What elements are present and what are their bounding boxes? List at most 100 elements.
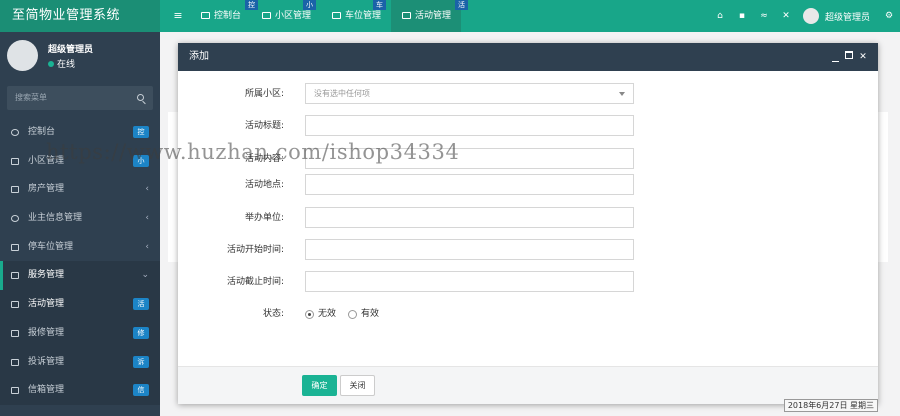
settings-icon[interactable]: ⚙ <box>878 11 900 21</box>
maximize-icon[interactable] <box>842 43 856 71</box>
chevron-down-icon: ⌄ <box>141 270 149 281</box>
field-label: 活动地点: <box>244 180 284 190</box>
sidebar-badge: 活 <box>133 298 149 311</box>
sidebar-item-complaint[interactable]: 投诉管理 诉 <box>0 347 160 377</box>
radio-checked-icon <box>305 309 314 319</box>
online-dot-icon <box>48 61 54 67</box>
status-radio-valid[interactable]: 有效 <box>348 303 379 325</box>
field-label: 活动开始时间: <box>226 245 284 255</box>
form-row: 活动截止时间: <box>178 271 878 293</box>
sidebar-item-label: 信箱管理 <box>28 385 65 396</box>
table-icon <box>11 358 19 366</box>
sidebar-badge: 修 <box>133 326 149 339</box>
tab-badge: 小 <box>303 0 317 10</box>
form-row: 举办单位: <box>178 207 878 229</box>
user-name: 超级管理员 <box>824 12 870 23</box>
radio-label: 有效 <box>361 309 380 319</box>
hamburger-icon[interactable]: ≡ <box>168 0 188 32</box>
close-button[interactable]: 关闭 <box>340 375 375 396</box>
chevron-left-icon: ‹ <box>145 213 149 224</box>
fullscreen-icon[interactable]: ✕ <box>775 11 797 21</box>
dialog-footer: 确定 关闭 <box>178 366 878 404</box>
form-row: 活动地点: <box>178 174 878 196</box>
home-icon[interactable]: ⌂ <box>709 11 731 21</box>
close-icon[interactable]: ✕ <box>856 43 870 71</box>
title-field[interactable] <box>305 115 634 136</box>
location-field[interactable] <box>305 174 634 195</box>
chevron-left-icon: ‹ <box>145 184 149 195</box>
tab-community[interactable]: 小区管理 小 <box>251 0 321 32</box>
status-radio-invalid[interactable]: 无效 <box>305 303 336 325</box>
search-icon[interactable] <box>137 94 144 101</box>
sidebar-item-property[interactable]: 房产管理 ‹ <box>0 175 160 204</box>
flow-icon[interactable]: ≈ <box>753 11 775 21</box>
dialog-title: 添加 <box>189 51 209 62</box>
tab-dashboard[interactable]: 控制台 控 <box>190 0 258 32</box>
sidebar-item-parking[interactable]: 停车位管理 ‹ <box>0 233 160 262</box>
field-label: 状态: <box>262 309 284 319</box>
organizer-field[interactable] <box>305 207 634 228</box>
tab-label: 小区管理 <box>275 11 312 21</box>
dashboard-icon <box>11 129 19 136</box>
tab-label: 活动管理 <box>415 11 452 21</box>
select-value: 没有选中任何项 <box>314 89 370 98</box>
tab-badge: 活 <box>455 0 469 10</box>
sidebar-item-label: 报修管理 <box>28 327 65 338</box>
table-icon <box>402 12 412 19</box>
watermark: https://www.huzhan.com/ishop34334 <box>46 140 460 164</box>
dashboard-icon <box>201 12 210 19</box>
sidebar-item-label: 服务管理 <box>28 270 65 281</box>
minimize-icon[interactable] <box>828 43 842 71</box>
tab-label: 控制台 <box>214 11 242 21</box>
ok-button[interactable]: 确定 <box>302 375 337 396</box>
sidebar-item-owners[interactable]: 业主信息管理 ‹ <box>0 204 160 233</box>
field-label: 活动截止时间: <box>226 277 284 287</box>
start-time-field[interactable] <box>305 239 634 260</box>
search-input[interactable]: 搜索菜单 <box>7 86 153 110</box>
table-icon <box>11 301 19 309</box>
table-icon <box>332 12 342 19</box>
tab-badge: 车 <box>373 0 387 10</box>
radio-unchecked-icon <box>348 309 358 319</box>
status-radio-group: 无效 有效 <box>305 303 391 325</box>
sidebar-item-label: 活动管理 <box>28 299 65 310</box>
tab-bar: 控制台 控 小区管理 小 车位管理 车 活动管理 活 <box>190 0 469 32</box>
field-label: 所属小区: <box>244 89 284 99</box>
sidebar-item-activity[interactable]: 活动管理 活 <box>0 290 160 319</box>
status-label: 在线 <box>57 60 76 70</box>
caret-down-icon <box>619 92 625 96</box>
dialog-header: 添加 ✕ <box>178 43 878 71</box>
user-icon <box>11 215 19 223</box>
sidebar-item-repair[interactable]: 报修管理 修 <box>0 318 160 348</box>
form-row: 所属小区: 没有选中任何项 <box>178 83 878 105</box>
form-row: 状态: 无效 有效 <box>178 303 878 325</box>
date-display: 2018年6月27日 星期三 <box>783 399 878 412</box>
trash-icon[interactable]: ▪ <box>731 11 753 21</box>
sidebar-badge: 信 <box>133 384 149 397</box>
sidebar-badge: 诉 <box>133 355 149 368</box>
top-header: 至简物业管理系统 ≡ 控制台 控 小区管理 小 车位管理 车 活动管理 活 ⌂ … <box>0 0 900 32</box>
end-time-field[interactable] <box>305 271 634 292</box>
profile: 超级管理员 在线 <box>0 32 160 78</box>
sidebar-item-service[interactable]: 服务管理 ⌄ <box>0 261 160 291</box>
search-placeholder: 搜索菜单 <box>15 93 47 102</box>
profile-name: 超级管理员 <box>48 45 94 55</box>
tab-label: 车位管理 <box>345 11 382 21</box>
tab-activity[interactable]: 活动管理 活 <box>391 0 469 32</box>
field-label: 活动标题: <box>244 121 284 131</box>
book-icon <box>11 272 19 280</box>
home-icon <box>11 186 19 194</box>
user-menu[interactable]: 超级管理员 <box>802 8 870 24</box>
profile-status: 在线 <box>48 57 75 70</box>
form-row: 活动开始时间: <box>178 239 878 261</box>
avatar <box>802 8 819 24</box>
sidebar-item-label: 停车位管理 <box>28 241 74 252</box>
header-right: ⌂ ▪ ≈ ✕ 超级管理员 ⚙ <box>709 0 900 32</box>
community-select[interactable]: 没有选中任何项 <box>305 83 634 104</box>
avatar <box>7 40 38 71</box>
dialog-controls: ✕ <box>828 43 870 71</box>
tab-parking[interactable]: 车位管理 车 <box>321 0 391 32</box>
sidebar-item-mailbox[interactable]: 信箱管理 信 <box>0 376 160 405</box>
sidebar-item-label: 业主信息管理 <box>28 213 83 224</box>
app-title: 至简物业管理系统 <box>0 0 160 32</box>
